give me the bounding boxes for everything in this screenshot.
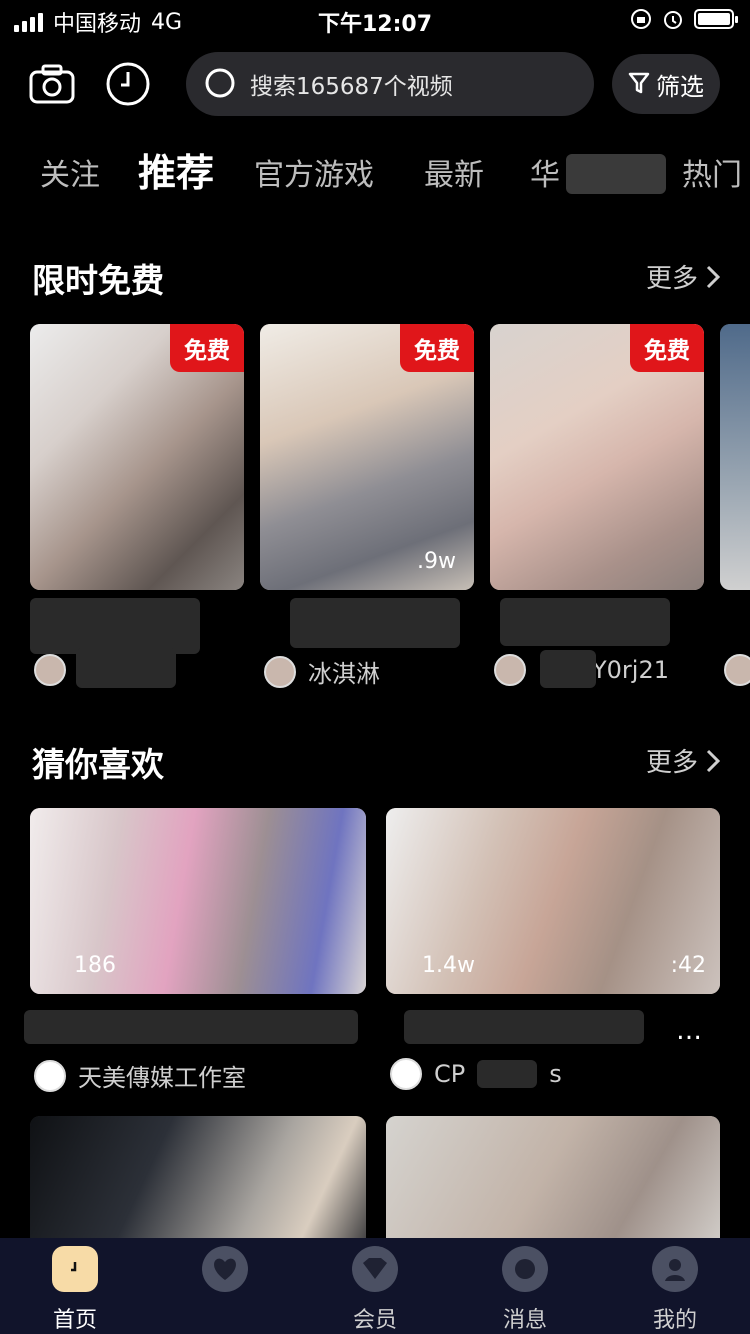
nav-item-discover[interactable]: [165, 1246, 285, 1302]
video-thumbnail: [720, 324, 750, 590]
nav-item-home[interactable]: 首页: [15, 1246, 135, 1334]
profile-icon: [652, 1246, 698, 1292]
video-author[interactable]: CP s: [390, 1058, 562, 1090]
search-bar[interactable]: 搜索165687个视频: [186, 52, 594, 116]
more-link-guess-you-like[interactable]: 更多: [646, 742, 720, 779]
redacted-video-title: [290, 598, 460, 648]
nav-item-profile[interactable]: 我的: [615, 1246, 735, 1334]
nav-label: 我的: [652, 1308, 697, 1333]
video-card[interactable]: 186: [30, 808, 366, 994]
clock-icon: [106, 62, 150, 106]
filter-icon: [628, 72, 650, 94]
tab-recommend[interactable]: 推荐: [138, 142, 214, 197]
chevron-right-icon: [706, 749, 720, 772]
video-card[interactable]: 免费: [30, 324, 244, 590]
app-screen: 中国移动 4G 下午12:07 搜索165687个视频 筛选 关注 推荐 官方游…: [0, 0, 750, 1334]
author-name: 天美傳媒工作室: [78, 1064, 246, 1092]
author-name: CP: [434, 1060, 466, 1088]
redacted-author-name: [76, 648, 176, 688]
video-author[interactable]: [34, 654, 78, 686]
filter-button[interactable]: 筛选: [612, 54, 720, 114]
bottom-nav: 首页 会员 消息 我的: [0, 1238, 750, 1334]
header: 搜索165687个视频 筛选: [0, 50, 750, 120]
avatar: [34, 654, 66, 686]
free-badge: 免费: [170, 324, 244, 372]
search-icon: [205, 68, 235, 98]
section-title-guess-you-like: 猜你喜欢: [32, 745, 164, 784]
section-title-limited-free: 限时免费: [32, 261, 164, 300]
tab-hot[interactable]: 热门: [682, 150, 742, 194]
redacted-video-title: [24, 1010, 358, 1044]
avatar: [724, 654, 750, 686]
author-name: 冰淇淋: [308, 660, 380, 688]
tab-hua[interactable]: 华: [530, 150, 560, 194]
history-button[interactable]: [104, 60, 152, 108]
redacted-author-name: [477, 1060, 538, 1088]
video-card[interactable]: 免费 .9w: [260, 324, 474, 590]
video-card[interactable]: 免费: [490, 324, 704, 590]
view-count: .9w: [417, 549, 456, 574]
video-author[interactable]: 冰淇淋: [264, 654, 380, 689]
tab-follow[interactable]: 关注: [40, 150, 100, 194]
more-label: 更多: [645, 748, 698, 778]
redacted-tab-text: [566, 154, 666, 194]
battery-icon: [694, 9, 738, 29]
redacted-video-title: [30, 598, 200, 654]
video-card[interactable]: 1.4w :42: [386, 808, 720, 994]
camera-icon: [29, 64, 75, 104]
tab-official-games[interactable]: 官方游戏: [254, 150, 374, 194]
filter-label: 筛选: [656, 72, 704, 101]
video-author[interactable]: 天美傳媒工作室: [34, 1058, 246, 1093]
redacted-author-name: [540, 650, 596, 688]
more-label: 更多: [645, 264, 698, 294]
free-badge: 免费: [630, 324, 704, 372]
video-card[interactable]: [720, 324, 750, 590]
tab-latest[interactable]: 最新: [424, 150, 484, 194]
view-count: 1.4w: [422, 953, 475, 978]
more-options-icon[interactable]: …: [676, 1016, 705, 1046]
avatar: [34, 1059, 66, 1092]
category-tabs: 关注 推荐 官方游戏 最新 华 热门: [0, 140, 750, 204]
diamond-icon: [352, 1246, 398, 1292]
camera-button[interactable]: [28, 60, 76, 108]
nav-label: 会员: [352, 1308, 397, 1333]
free-badge: 免费: [400, 324, 474, 372]
duration: :42: [670, 953, 706, 978]
author-name-suffix: s: [549, 1060, 562, 1088]
redacted-video-title: [404, 1010, 644, 1044]
like-count: 186: [74, 953, 116, 978]
status-bar: 中国移动 4G 下午12:07: [0, 0, 750, 40]
search-input[interactable]: 搜索165687个视频: [250, 67, 453, 101]
orientation-lock-icon: [631, 9, 651, 29]
more-link-limited-free[interactable]: 更多: [646, 258, 720, 295]
redacted-video-title: [500, 598, 670, 646]
avatar: [264, 655, 296, 688]
chevron-right-icon: [706, 265, 720, 288]
nav-item-messages[interactable]: 消息: [465, 1246, 585, 1334]
video-author[interactable]: [724, 654, 750, 686]
alarm-icon: [664, 11, 682, 29]
author-name: Y0rj21: [592, 656, 670, 684]
avatar: [494, 654, 526, 686]
nav-label: 首页: [52, 1308, 97, 1333]
avatar: [390, 1058, 422, 1090]
message-icon: [502, 1246, 548, 1292]
heart-icon: [202, 1246, 248, 1292]
nav-item-vip[interactable]: 会员: [315, 1246, 435, 1334]
status-right: [630, 8, 738, 30]
home-icon: [52, 1246, 98, 1292]
nav-label: 消息: [502, 1308, 547, 1333]
